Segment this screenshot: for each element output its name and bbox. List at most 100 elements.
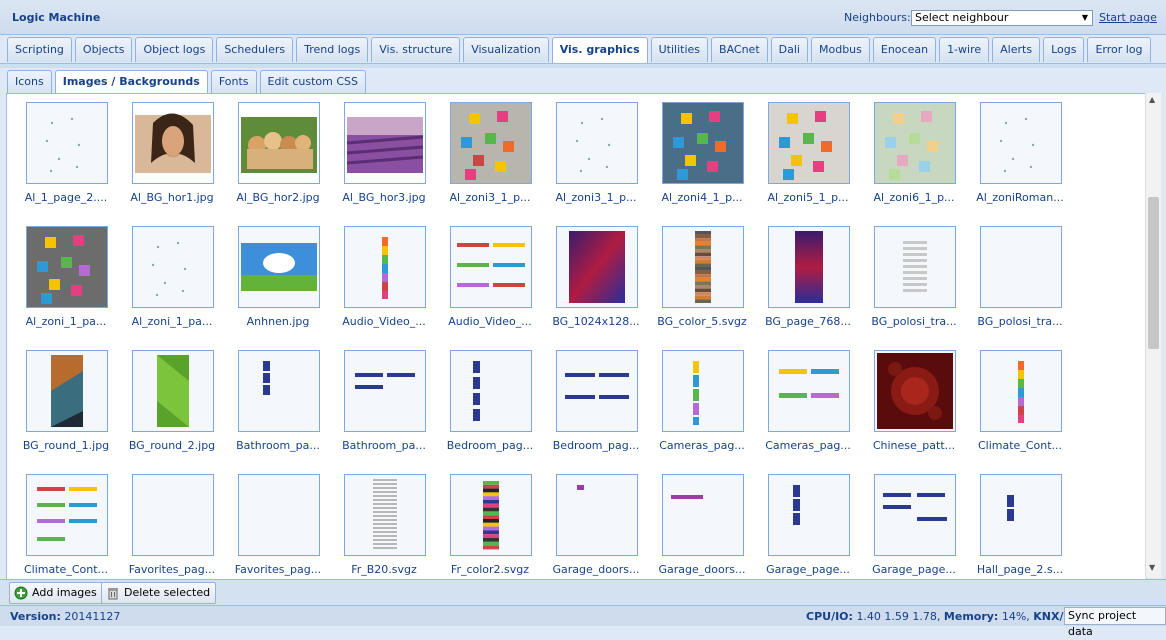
image-tile[interactable]: Fr_color2.svgz: [437, 466, 543, 579]
image-tile[interactable]: Al_zoni3_1_p...: [543, 94, 649, 207]
image-tile[interactable]: Al_zoni_1_pa...: [13, 218, 119, 331]
image-tile[interactable]: Favorites_pag...: [225, 466, 331, 579]
tab-trend-logs[interactable]: Trend logs: [296, 37, 369, 62]
vertical-scrollbar[interactable]: ▲ ▼: [1145, 93, 1161, 578]
image-tile[interactable]: Fr_B20.svgz: [331, 466, 437, 579]
image-tile[interactable]: BG_round_1.jpg: [13, 342, 119, 455]
image-thumbnail[interactable]: [132, 474, 214, 556]
image-thumbnail[interactable]: [344, 350, 426, 432]
subtab-edit-custom-css[interactable]: Edit custom CSS: [259, 70, 366, 93]
image-thumbnail[interactable]: [768, 102, 850, 184]
image-tile[interactable]: Bathroom_pa...: [225, 342, 331, 455]
image-tile[interactable]: Audio_Video_...: [437, 218, 543, 331]
image-tile[interactable]: Al_zoni_1_pa...: [119, 218, 225, 331]
image-tile[interactable]: Al_1_page_2....: [13, 94, 119, 207]
sync-project-button[interactable]: Sync project data: [1064, 607, 1166, 638]
image-thumbnail[interactable]: [980, 226, 1062, 308]
image-thumbnail[interactable]: [238, 474, 320, 556]
tab-dali[interactable]: Dali: [770, 37, 808, 62]
image-thumbnail[interactable]: [662, 350, 744, 432]
image-thumbnail[interactable]: [26, 474, 108, 556]
image-tile[interactable]: BG_page_768...: [755, 218, 861, 331]
tab-modbus[interactable]: Modbus: [810, 37, 870, 62]
scroll-down-icon[interactable]: ▼: [1149, 563, 1155, 572]
image-tile[interactable]: Al_zoni3_1_p...: [437, 94, 543, 207]
tab-utilities[interactable]: Utilities: [650, 37, 709, 62]
start-page-link[interactable]: Start page: [1099, 11, 1157, 24]
tab-logs[interactable]: Logs: [1043, 37, 1085, 62]
tab-vis-structure[interactable]: Vis. structure: [371, 37, 461, 62]
delete-selected-button[interactable]: Delete selected: [101, 582, 217, 604]
image-thumbnail[interactable]: [980, 474, 1062, 556]
image-thumbnail[interactable]: [450, 474, 532, 556]
image-tile[interactable]: Garage_doors...: [543, 466, 649, 579]
image-tile[interactable]: Audio_Video_...: [331, 218, 437, 331]
image-tile[interactable]: BG_round_2.jpg: [119, 342, 225, 455]
image-tile[interactable]: Cameras_pag...: [649, 342, 755, 455]
image-tile[interactable]: Anhnen.jpg: [225, 218, 331, 331]
image-thumbnail[interactable]: [874, 102, 956, 184]
image-tile[interactable]: Bedroom_pag...: [437, 342, 543, 455]
image-tile[interactable]: Hall_page_2.s...: [967, 466, 1073, 579]
scroll-up-icon[interactable]: ▲: [1149, 95, 1155, 104]
image-tile[interactable]: Chinese_patt...: [861, 342, 967, 455]
image-thumbnail[interactable]: [26, 102, 108, 184]
image-tile[interactable]: Favorites_pag...: [119, 466, 225, 579]
image-thumbnail[interactable]: [874, 474, 956, 556]
image-tile[interactable]: Climate_Cont...: [967, 342, 1073, 455]
image-thumbnail[interactable]: [450, 102, 532, 184]
image-thumbnail[interactable]: [344, 226, 426, 308]
image-thumbnail[interactable]: [662, 226, 744, 308]
image-thumbnail[interactable]: [874, 350, 956, 432]
tab-visualization[interactable]: Visualization: [463, 37, 549, 62]
image-thumbnail[interactable]: [980, 102, 1062, 184]
tab-enocean[interactable]: Enocean: [872, 37, 937, 62]
image-tile[interactable]: BG_polosi_tra...: [861, 218, 967, 331]
image-tile[interactable]: Al_zoni4_1_p...: [649, 94, 755, 207]
neighbour-select[interactable]: Select neighbour ▼: [911, 10, 1093, 26]
tab-error-log[interactable]: Error log: [1087, 37, 1151, 62]
image-thumbnail[interactable]: [662, 102, 744, 184]
image-tile[interactable]: Cameras_pag...: [755, 342, 861, 455]
image-tile[interactable]: Garage_page...: [755, 466, 861, 579]
image-thumbnail[interactable]: [768, 226, 850, 308]
image-thumbnail[interactable]: [26, 226, 108, 308]
subtab-fonts[interactable]: Fonts: [210, 70, 257, 93]
image-thumbnail[interactable]: [344, 102, 426, 184]
image-tile[interactable]: BG_polosi_tra...: [967, 218, 1073, 331]
tab-object-logs[interactable]: Object logs: [135, 37, 214, 62]
image-thumbnail[interactable]: [662, 474, 744, 556]
tab-alerts[interactable]: Alerts: [992, 37, 1041, 62]
image-thumbnail[interactable]: [556, 350, 638, 432]
image-thumbnail[interactable]: [768, 350, 850, 432]
image-thumbnail[interactable]: [132, 226, 214, 308]
scrollbar-thumb[interactable]: [1148, 197, 1159, 349]
image-tile[interactable]: Al_BG_hor1.jpg: [119, 94, 225, 207]
image-thumbnail[interactable]: [132, 350, 214, 432]
image-tile[interactable]: BG_color_5.svgz: [649, 218, 755, 331]
image-tile[interactable]: Bedroom_pag...: [543, 342, 649, 455]
image-thumbnail[interactable]: [874, 226, 956, 308]
image-thumbnail[interactable]: [980, 350, 1062, 432]
subtab-icons[interactable]: Icons: [7, 70, 52, 93]
image-thumbnail[interactable]: [556, 226, 638, 308]
image-tile[interactable]: Al_zoniRoman...: [967, 94, 1073, 207]
image-thumbnail[interactable]: [238, 102, 320, 184]
image-tile[interactable]: Al_zoni6_1_p...: [861, 94, 967, 207]
image-tile[interactable]: Garage_doors...: [649, 466, 755, 579]
tab-schedulers[interactable]: Schedulers: [216, 37, 294, 62]
image-thumbnail[interactable]: [238, 350, 320, 432]
image-thumbnail[interactable]: [132, 102, 214, 184]
image-thumbnail[interactable]: [556, 474, 638, 556]
image-thumbnail[interactable]: [768, 474, 850, 556]
tab-bacnet[interactable]: BACnet: [711, 37, 768, 62]
image-thumbnail[interactable]: [450, 350, 532, 432]
image-tile[interactable]: Bathroom_pa...: [331, 342, 437, 455]
subtab-images-backgrounds[interactable]: Images / Backgrounds: [54, 70, 208, 94]
image-thumbnail[interactable]: [238, 226, 320, 308]
image-tile[interactable]: Al_BG_hor3.jpg: [331, 94, 437, 207]
tab-objects[interactable]: Objects: [74, 37, 133, 62]
image-tile[interactable]: Climate_Cont...: [13, 466, 119, 579]
tab-scripting[interactable]: Scripting: [7, 37, 72, 62]
tab-1-wire[interactable]: 1-wire: [939, 37, 990, 62]
